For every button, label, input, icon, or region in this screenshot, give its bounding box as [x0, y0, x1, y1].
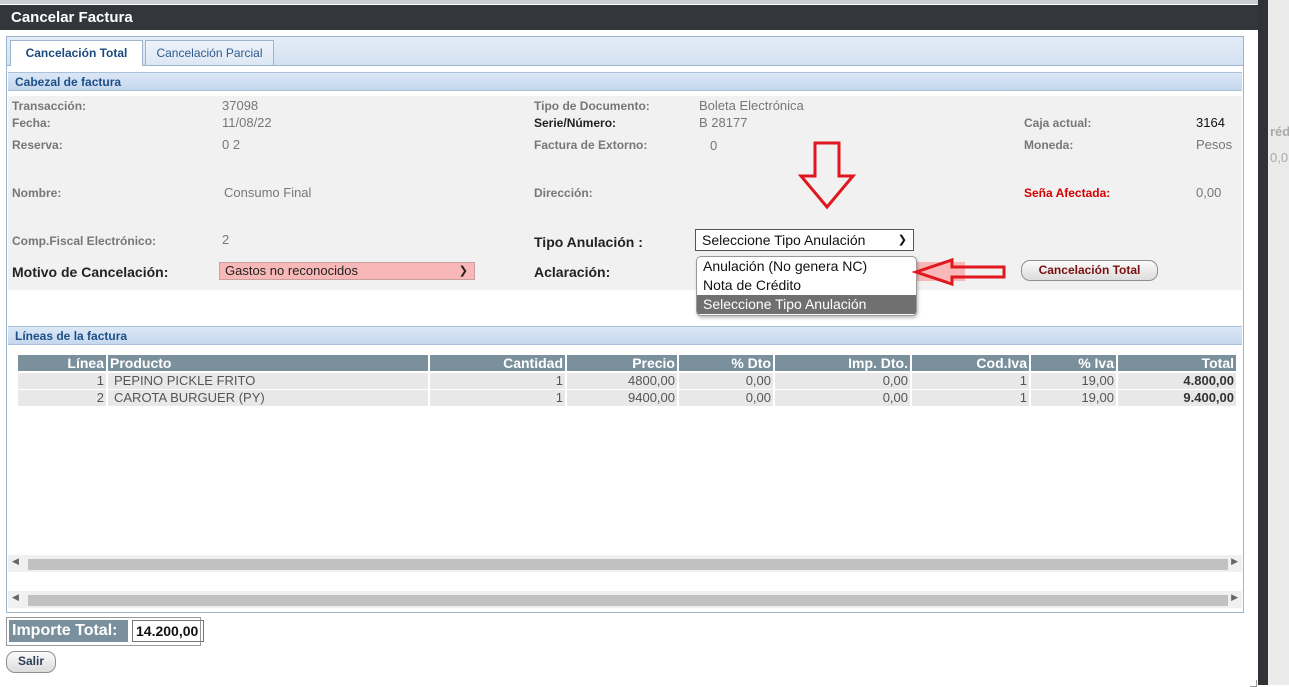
importe-total-box: Importe Total: 14.200,00 — [6, 617, 204, 646]
tab-cancelacion-total[interactable]: Cancelación Total — [10, 40, 143, 66]
cell-producto: PEPINO PICKLE FRITO — [108, 373, 430, 389]
red-arrow-left-icon — [912, 257, 1006, 287]
cell-iva: 19,00 — [1031, 373, 1118, 389]
background-window-edge: réd 0,0 — [1258, 0, 1289, 685]
comp-fiscal-value: 2 — [222, 232, 230, 247]
cell-dto: 0,00 — [679, 390, 775, 406]
reserva-value: 0 2 — [222, 137, 241, 152]
dropdown-option-nota-credito[interactable]: Nota de Crédito — [697, 276, 916, 295]
moneda-label: Moneda: — [1024, 138, 1074, 152]
cell-imp-dto: 0,00 — [775, 390, 912, 406]
column-header-precio[interactable]: Precio — [567, 355, 679, 371]
tab-strip: Cancelación Total Cancelación Parcial — [7, 37, 1243, 66]
importe-total-value: 14.200,00 — [132, 620, 204, 642]
fecha-value: 11/08/22 — [222, 115, 272, 130]
caja-actual-label: Caja actual: — [1024, 116, 1092, 130]
dropdown-option-anulacion[interactable]: Anulación (No genera NC) — [697, 257, 916, 276]
outer-horizontal-scrollbar[interactable]: ◀ ▶ — [8, 591, 1242, 608]
tipo-documento-label: Tipo de Documento: — [534, 99, 650, 113]
scrollbar-thumb[interactable] — [28, 595, 1228, 606]
column-header-imp-dto[interactable]: Imp. Dto. — [775, 355, 912, 371]
dialog-title[interactable]: Cancelar Factura — [0, 5, 1258, 30]
background-top-line — [0, 0, 1289, 4]
arrow-right-icon[interactable]: ▶ — [1231, 592, 1238, 603]
red-arrow-down-icon — [797, 141, 857, 210]
factura-extorno-label: Factura de Extorno: — [534, 138, 648, 152]
direccion-label: Dirección: — [534, 186, 593, 200]
cell-cod-iva: 1 — [912, 373, 1031, 389]
column-header-iva[interactable]: % Iva — [1031, 355, 1118, 371]
column-header-linea[interactable]: Línea — [18, 355, 108, 371]
motivo-cancelacion-select[interactable]: Gastos no reconocidos ❯ — [219, 262, 475, 280]
nombre-value: Consumo Final — [224, 185, 312, 200]
background-edge-dark — [1258, 0, 1268, 685]
column-header-cod-iva[interactable]: Cod.Iva — [912, 355, 1031, 371]
background-ghost-text: réd — [1270, 124, 1289, 139]
table-header-row: Línea Producto Cantidad Precio % Dto Imp… — [18, 355, 1236, 371]
tipo-anulacion-select[interactable]: Seleccione Tipo Anulación ❯ — [695, 229, 914, 251]
cell-linea: 2 — [18, 390, 108, 406]
cell-cantidad: 1 — [430, 390, 567, 406]
cell-cod-iva: 1 — [912, 390, 1031, 406]
comp-fiscal-label: Comp.Fiscal Electrónico: — [12, 234, 157, 248]
cell-producto: CAROTA BURGUER (PY) — [108, 390, 430, 406]
tipo-anulacion-select-value: Seleccione Tipo Anulación — [702, 232, 866, 248]
column-header-cantidad[interactable]: Cantidad — [430, 355, 567, 371]
importe-total-label: Importe Total: — [9, 620, 128, 642]
column-header-producto[interactable]: Producto — [108, 355, 430, 371]
sena-afectada-value: 0,00 — [1196, 185, 1222, 200]
reserva-label: Reserva: — [12, 138, 63, 152]
transaccion-value: 37098 — [222, 98, 259, 113]
column-header-total[interactable]: Total — [1118, 355, 1236, 371]
arrow-right-icon[interactable]: ▶ — [1231, 556, 1238, 567]
inner-horizontal-scrollbar[interactable]: ◀ ▶ — [8, 555, 1242, 572]
cell-linea: 1 — [18, 373, 108, 389]
transaccion-label: Transacción: — [12, 99, 87, 113]
salir-button[interactable]: Salir — [6, 651, 56, 673]
section-header-lineas: Líneas de la factura — [8, 326, 1242, 345]
table-row[interactable]: 2 CAROTA BURGUER (PY) 1 9400,00 0,00 0,0… — [18, 390, 1236, 406]
moneda-value: Pesos — [1196, 137, 1233, 152]
tipo-anulacion-label: Tipo Anulación : — [534, 234, 643, 250]
cell-precio: 4800,00 — [567, 373, 679, 389]
cancelar-factura-dialog: Cancelar Factura Cancelación Total Cance… — [0, 5, 1258, 687]
motivo-label: Motivo de Cancelación: — [12, 264, 169, 280]
serie-numero-label: Serie/Número: — [534, 116, 617, 130]
cell-dto: 0,00 — [679, 373, 775, 389]
sena-afectada-label: Seña Afectada: — [1024, 186, 1111, 200]
arrow-left-icon[interactable]: ◀ — [12, 556, 19, 567]
motivo-select-value: Gastos no reconocidos — [225, 263, 358, 278]
background-ghost-value: 0,0 — [1270, 150, 1289, 165]
column-header-dto[interactable]: % Dto — [679, 355, 775, 371]
cancelacion-total-button[interactable]: Cancelación Total — [1021, 260, 1158, 281]
cell-precio: 9400,00 — [567, 390, 679, 406]
arrow-left-icon[interactable]: ◀ — [12, 592, 19, 603]
nombre-label: Nombre: — [12, 186, 62, 200]
serie-numero-value: B 28177 — [699, 115, 748, 130]
tabs-panel: Cancelación Total Cancelación Parcial Ca… — [6, 36, 1244, 613]
section-header-cabezal: Cabezal de factura — [8, 72, 1242, 91]
resize-grip[interactable] — [1250, 680, 1257, 687]
chevron-down-icon: ❯ — [458, 265, 468, 277]
fecha-label: Fecha: — [12, 116, 51, 130]
tipo-anulacion-dropdown[interactable]: Anulación (No genera NC) Nota de Crédito… — [696, 256, 917, 316]
cell-iva: 19,00 — [1031, 390, 1118, 406]
caja-actual-value: 3164 — [1196, 115, 1225, 130]
cell-imp-dto: 0,00 — [775, 373, 912, 389]
aclaracion-label: Aclaración: — [534, 264, 611, 280]
dropdown-option-seleccione[interactable]: Seleccione Tipo Anulación — [697, 295, 916, 314]
tipo-documento-value: Boleta Electrónica — [699, 98, 804, 113]
cell-total: 9.400,00 — [1118, 390, 1236, 406]
factura-extorno-value: 0 — [710, 138, 718, 153]
chevron-down-icon: ❯ — [897, 234, 907, 246]
table-row[interactable]: 1 PEPINO PICKLE FRITO 1 4800,00 0,00 0,0… — [18, 373, 1236, 389]
scrollbar-thumb[interactable] — [28, 559, 1228, 570]
tab-cancelacion-parcial[interactable]: Cancelación Parcial — [145, 40, 274, 65]
cell-total: 4.800,00 — [1118, 373, 1236, 389]
cell-cantidad: 1 — [430, 373, 567, 389]
